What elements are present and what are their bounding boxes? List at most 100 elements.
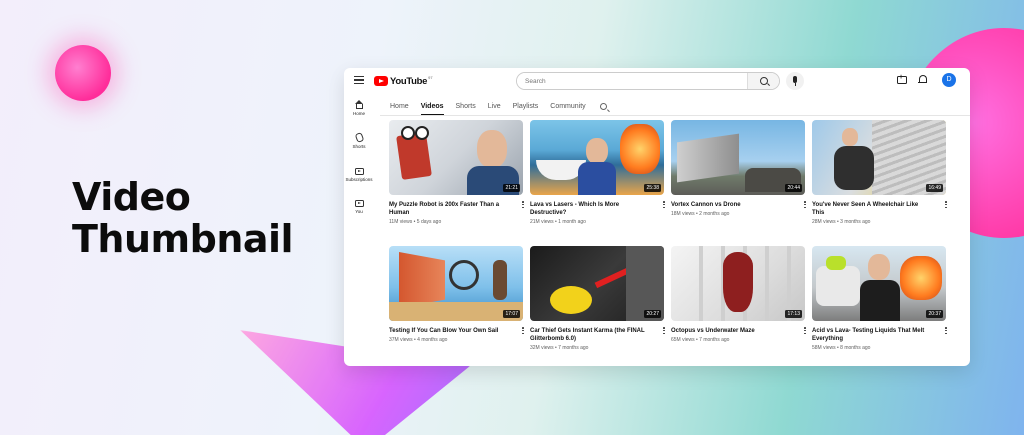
video-duration: 21:21 bbox=[503, 184, 520, 192]
video-duration: 20:27 bbox=[644, 310, 661, 318]
more-options-icon[interactable] bbox=[803, 327, 807, 336]
car-shape bbox=[816, 266, 860, 306]
video-title[interactable]: Vortex Cannon vs Drone bbox=[671, 201, 791, 209]
sidebar-item-you[interactable]: You bbox=[344, 198, 374, 214]
sidebar-item-home[interactable]: Home bbox=[344, 100, 374, 116]
video-meta: 32M views • 7 months ago bbox=[530, 345, 589, 351]
sidebar-label: Shorts bbox=[352, 144, 366, 149]
sidebar-item-shorts[interactable]: Shorts bbox=[344, 132, 374, 149]
video-meta: 21M views • 1 month ago bbox=[530, 219, 586, 225]
video-meta: 65M views • 7 months ago bbox=[671, 337, 730, 343]
face-shape bbox=[586, 138, 608, 164]
video-title[interactable]: You've Never Seen A Wheelchair Like This bbox=[812, 201, 932, 217]
video-card[interactable]: 20:44 Vortex Cannon vs Drone 18M views •… bbox=[671, 120, 807, 217]
hamburger-menu-icon[interactable] bbox=[354, 76, 364, 84]
video-card[interactable]: 16:49 You've Never Seen A Wheelchair Lik… bbox=[812, 120, 948, 225]
notifications-bell-icon[interactable] bbox=[918, 75, 927, 84]
video-card[interactable]: 25:38 Lava vs Lasers - Which Is More Des… bbox=[530, 120, 666, 225]
tabs-divider bbox=[380, 115, 970, 116]
person-shape bbox=[493, 260, 507, 300]
more-options-icon[interactable] bbox=[662, 201, 666, 210]
more-options-icon[interactable] bbox=[803, 201, 807, 210]
top-bar: YouTube 97 D bbox=[344, 68, 970, 94]
channel-search-icon[interactable] bbox=[599, 102, 607, 110]
video-meta: 28M views • 3 months ago bbox=[812, 219, 871, 225]
video-meta: 37M views • 4 months ago bbox=[389, 337, 448, 343]
eye-shape bbox=[415, 126, 429, 140]
sidebar-label: Home bbox=[352, 111, 365, 116]
wheelchair-shape bbox=[834, 146, 874, 190]
search-button[interactable] bbox=[747, 73, 779, 89]
shirt-shape bbox=[860, 280, 900, 321]
sidebar-item-subscriptions[interactable]: Subscriptions bbox=[344, 166, 374, 182]
avatar[interactable]: D bbox=[942, 73, 956, 87]
vortex-cannon-shape bbox=[677, 133, 739, 183]
video-card[interactable]: 21:21 My Puzzle Robot is 200x Faster Tha… bbox=[389, 120, 525, 225]
video-duration: 25:38 bbox=[644, 184, 661, 192]
more-options-icon[interactable] bbox=[662, 327, 666, 336]
video-title[interactable]: Testing If You Can Blow Your Own Sail bbox=[389, 327, 509, 335]
banner-headline: Video Thumbnail bbox=[72, 175, 294, 260]
video-thumbnail[interactable]: 20:44 bbox=[671, 120, 805, 195]
acid-shape bbox=[826, 256, 846, 270]
robot-shape bbox=[396, 132, 432, 180]
home-icon bbox=[354, 100, 363, 109]
video-title[interactable]: Acid vs Lava- Testing Liquids That Melt … bbox=[812, 327, 932, 343]
glitterbomb-shape bbox=[550, 286, 592, 314]
sidebar-label: Subscriptions bbox=[345, 177, 373, 182]
video-meta: 11M views • 5 days ago bbox=[389, 219, 442, 225]
more-options-icon[interactable] bbox=[944, 201, 948, 210]
video-title[interactable]: Lava vs Lasers - Which Is More Destructi… bbox=[530, 201, 650, 217]
video-thumbnail[interactable]: 20:37 bbox=[812, 246, 946, 321]
video-meta: 18M views • 2 months ago bbox=[671, 211, 730, 217]
tab-playlists[interactable]: Playlists bbox=[513, 101, 539, 112]
video-card[interactable]: 20:37 Acid vs Lava- Testing Liquids That… bbox=[812, 246, 948, 351]
sidebar-label: You bbox=[355, 209, 363, 214]
more-options-icon[interactable] bbox=[521, 327, 525, 336]
microphone-icon[interactable] bbox=[786, 72, 804, 90]
tab-shorts[interactable]: Shorts bbox=[456, 101, 476, 112]
octopus-shape bbox=[723, 252, 753, 312]
tab-live[interactable]: Live bbox=[488, 101, 501, 112]
video-thumbnail[interactable]: 17:07 bbox=[389, 246, 523, 321]
sail-shape bbox=[399, 252, 445, 308]
tab-home[interactable]: Home bbox=[390, 101, 409, 112]
video-title[interactable]: Octopus vs Underwater Maze bbox=[671, 327, 791, 335]
video-title[interactable]: Car Thief Gets Instant Karma (the FINAL … bbox=[530, 327, 650, 343]
you-icon bbox=[354, 200, 364, 207]
youtube-window: YouTube 97 D Home Shorts bbox=[344, 68, 970, 366]
subscriptions-icon bbox=[354, 168, 364, 175]
eye-shape bbox=[401, 126, 415, 140]
search-input[interactable] bbox=[517, 73, 747, 89]
video-card[interactable]: 20:27 Car Thief Gets Instant Karma (the … bbox=[530, 246, 666, 351]
more-options-icon[interactable] bbox=[944, 327, 948, 336]
video-duration: 17:07 bbox=[503, 310, 520, 318]
more-options-icon[interactable] bbox=[521, 201, 525, 210]
create-video-icon[interactable] bbox=[897, 74, 907, 84]
lava-fire-shape bbox=[900, 256, 942, 300]
video-thumbnail[interactable]: 25:38 bbox=[530, 120, 664, 195]
channel-tabs: Home Videos Shorts Live Playlists Commun… bbox=[390, 98, 607, 116]
video-duration: 16:49 bbox=[926, 184, 943, 192]
video-duration: 20:44 bbox=[785, 184, 802, 192]
video-card[interactable]: 17:13 Octopus vs Underwater Maze 65M vie… bbox=[671, 246, 807, 343]
video-title[interactable]: My Puzzle Robot is 200x Faster Than a Hu… bbox=[389, 201, 509, 217]
tab-videos[interactable]: Videos bbox=[420, 101, 444, 116]
fire-shape bbox=[620, 124, 660, 174]
fan-shape bbox=[449, 260, 479, 290]
video-thumbnail[interactable]: 21:21 bbox=[389, 120, 523, 195]
face-shape bbox=[842, 128, 858, 146]
youtube-logo[interactable]: YouTube 97 bbox=[374, 74, 433, 88]
tab-community[interactable]: Community bbox=[550, 101, 585, 112]
video-thumbnail[interactable]: 16:49 bbox=[812, 120, 946, 195]
video-thumbnail[interactable]: 20:27 bbox=[530, 246, 664, 321]
video-duration: 17:13 bbox=[785, 310, 802, 318]
headline-line-1: Video bbox=[72, 175, 191, 219]
shirt-shape bbox=[578, 162, 616, 195]
pink-orb-decoration bbox=[55, 45, 111, 101]
search-bar bbox=[516, 72, 780, 90]
video-thumbnail[interactable]: 17:13 bbox=[671, 246, 805, 321]
video-card[interactable]: 17:07 Testing If You Can Blow Your Own S… bbox=[389, 246, 525, 343]
logo-country-code: 97 bbox=[428, 74, 433, 80]
face-shape bbox=[868, 254, 890, 280]
